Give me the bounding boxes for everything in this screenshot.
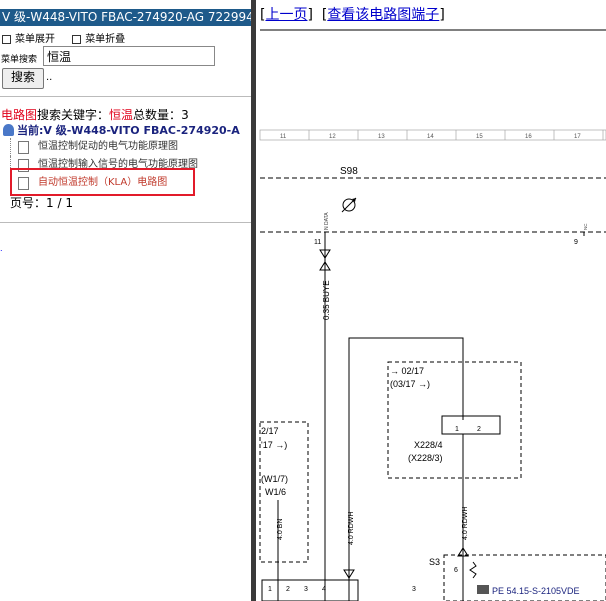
highlight-box — [10, 168, 195, 196]
tree-connector — [10, 138, 12, 156]
search-result-summary: 电路图搜索关键字：恒温总数量：3 — [1, 106, 189, 123]
ruler-label: 16 — [525, 134, 532, 140]
result-keyword-label: 搜索关键字： — [37, 108, 110, 122]
pin-9-label: 9 — [574, 239, 578, 246]
rdwh-wire-label-1: 4.0 RDWH — [348, 512, 355, 545]
menu-search-label: 菜单搜索 — [1, 55, 38, 65]
ruler-label: 15 — [476, 134, 483, 140]
ruler-label: 12 — [329, 134, 336, 140]
buye-wire-label: 0.35 BUYE — [322, 280, 331, 320]
rdwh-loop-wire — [348, 337, 464, 601]
wiring-diagram: 11 12 13 14 15 16 17 S98 N DATA 11 9 NC 0.35 B… — [259, 29, 606, 601]
page-indicator: 页号：1 / 1 — [10, 194, 73, 211]
s98-label: S98 — [340, 166, 358, 177]
x228-4-label: X228/4 — [414, 440, 443, 450]
connector-pin-number: 4 — [322, 586, 326, 593]
status-dots: .. — [46, 72, 53, 83]
x228-pin-1: 1 — [455, 426, 459, 433]
pe-reference-icon — [477, 585, 489, 594]
menu-search-input[interactable] — [43, 46, 215, 66]
connector-pin-number: 3 — [412, 586, 416, 593]
menu-toggle-row: 菜单展开 菜单折叠 — [2, 30, 139, 45]
rdwh-wire-label-2: 4.0 RDWH — [462, 507, 469, 540]
connector-pin-number: 3 — [304, 586, 308, 593]
bottom-connector-pins: 1 2 3 4 3 — [268, 586, 416, 593]
ref-2-17-label: 2/17 — [261, 426, 279, 436]
x228-connector — [441, 415, 501, 435]
connector-pin-number: 2 — [286, 586, 290, 593]
nc-label: NC — [583, 223, 588, 230]
ref-17-label: '17 →) — [261, 440, 287, 450]
result-category: 电路图 — [1, 108, 38, 122]
connector-pin-number: 1 — [268, 586, 272, 593]
ref-02-17-label: → 02/17 — [390, 366, 424, 376]
bn-wire-label: 4.0 BN — [277, 519, 284, 540]
ref-03-17-label: (03/17 →) — [390, 379, 430, 389]
pin-11-label: 11 — [314, 239, 321, 246]
s3-label: S3 — [429, 557, 440, 567]
left-navigation-pane: V 级-W448-VITO FBAC-274920-AG 722994 菜单展开… — [0, 0, 251, 601]
tiny-link[interactable]: . — [0, 244, 3, 253]
ruler-label: 13 — [378, 134, 385, 140]
ruler-label: 11 — [280, 134, 287, 140]
page-value: 1 / 1 — [46, 196, 73, 210]
s3-pin-6: 6 — [454, 567, 458, 574]
w1-7-label: (W1/7) — [261, 474, 288, 484]
result-total: 3 — [181, 108, 189, 122]
x228-3-label: (X228/3) — [408, 453, 443, 463]
result-total-label: 总数量： — [133, 108, 182, 122]
page-label: 页号： — [10, 196, 47, 210]
w1-6-label: W1/6 — [265, 487, 286, 497]
divider-line — [0, 96, 251, 97]
diagram-pane: [上一页] [查看该电路图端子] 11 12 13 14 15 16 17 S98 N DA… — [256, 0, 606, 601]
result-keyword: 恒温 — [109, 108, 134, 122]
collapse-menu-label: 菜单折叠 — [85, 34, 126, 45]
bottom-connector-block — [261, 579, 359, 601]
tree-item-label: 恒温控制促动的电气功能原理图 — [38, 141, 178, 152]
collapse-menu-button[interactable]: 菜单折叠 — [72, 34, 125, 45]
search-button[interactable]: 搜索 — [2, 68, 44, 89]
s3-spring-symbol — [469, 561, 477, 579]
ruler-label: 17 — [574, 134, 581, 140]
expand-menu-button[interactable]: 菜单展开 — [2, 34, 55, 45]
collapse-box-icon — [72, 34, 82, 44]
current-model-node[interactable]: 当前:V 级-W448-VITO FBAC-274920-A — [3, 122, 240, 138]
current-model-label: 当前:V 级-W448-VITO FBAC-274920-A — [17, 124, 240, 137]
n-data-label: N DATA — [324, 212, 330, 230]
x228-pin-2: 2 — [477, 426, 481, 433]
model-title-bar: V 级-W448-VITO FBAC-274920-AG 722994 — [0, 9, 251, 26]
pe-reference-link: PE 54.15-S-2105VDE — [492, 586, 580, 596]
tree-item[interactable]: 恒温控制促动的电气功能原理图 — [10, 138, 250, 156]
model-icon — [3, 124, 14, 136]
expand-menu-label: 菜单展开 — [15, 34, 55, 45]
document-icon — [18, 141, 29, 154]
expand-box-icon — [2, 34, 11, 44]
ruler-label: 14 — [427, 134, 434, 140]
divider-line — [0, 222, 251, 223]
